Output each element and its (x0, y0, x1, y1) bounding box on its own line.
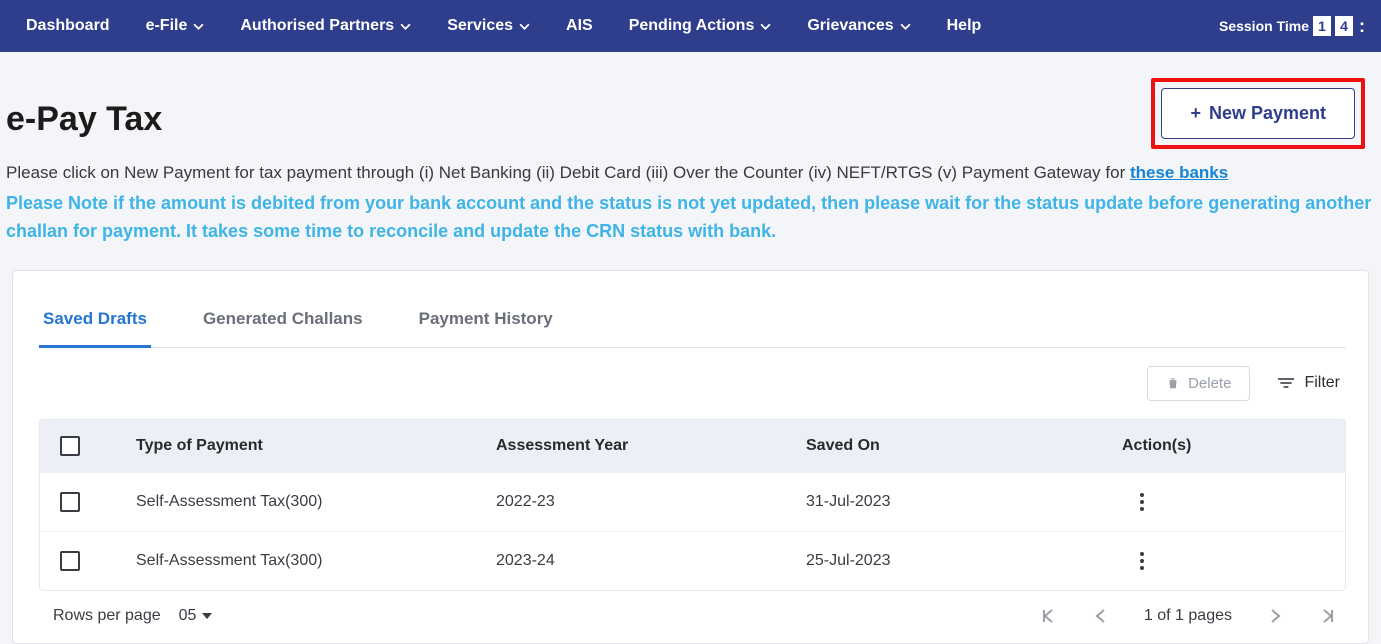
row-checkbox[interactable] (60, 551, 80, 571)
delete-button[interactable]: Delete (1147, 366, 1250, 401)
page-title: e-Pay Tax (6, 100, 162, 139)
tabs: Saved Drafts Generated Challans Payment … (39, 295, 1346, 348)
select-all-checkbox[interactable] (60, 436, 80, 456)
cell-year: 2023-24 (496, 552, 806, 570)
nav-ais[interactable]: AIS (548, 0, 611, 52)
prev-page-button[interactable] (1094, 608, 1106, 624)
drafts-table: Type of Payment Assessment Year Saved On… (39, 419, 1346, 591)
nav-grievances[interactable]: Grievances (789, 0, 928, 52)
next-page-button[interactable] (1270, 608, 1282, 624)
nav-pending-actions[interactable]: Pending Actions (611, 0, 790, 52)
session-time: Session Time 1 4 : (1219, 16, 1373, 37)
cell-year: 2022-23 (496, 493, 806, 511)
rows-per-page-label: Rows per page (53, 607, 161, 625)
colon-icon: : (1357, 16, 1367, 37)
caret-down-icon (202, 613, 212, 619)
pager: Rows per page 05 1 of 1 pages (39, 591, 1346, 633)
nav-authorised-partners[interactable]: Authorised Partners (222, 0, 429, 52)
page-position: 1 of 1 pages (1144, 607, 1232, 625)
chevron-down-icon (193, 21, 204, 32)
nav-efile[interactable]: e-File (128, 0, 223, 52)
nav-dashboard[interactable]: Dashboard (8, 0, 128, 52)
tab-payment-history[interactable]: Payment History (415, 295, 557, 347)
tab-saved-drafts[interactable]: Saved Drafts (39, 295, 151, 348)
nav-help[interactable]: Help (929, 0, 1000, 52)
row-actions-menu[interactable] (1136, 548, 1148, 574)
table-toolbar: Delete Filter (39, 366, 1340, 401)
new-payment-button[interactable]: + New Payment (1161, 88, 1355, 139)
chevron-down-icon (900, 21, 911, 32)
nav-services[interactable]: Services (429, 0, 548, 52)
cell-saved: 31-Jul-2023 (806, 493, 1116, 511)
top-nav: Dashboard e-File Authorised Partners Ser… (0, 0, 1381, 52)
rows-per-page-select[interactable]: 05 (179, 607, 213, 625)
session-digit: 1 (1313, 16, 1331, 36)
table-header: Type of Payment Assessment Year Saved On… (40, 420, 1345, 472)
chevron-down-icon (519, 21, 530, 32)
highlight-box: + New Payment (1151, 78, 1365, 149)
table-row: Self-Assessment Tax(300) 2023-24 25-Jul-… (40, 531, 1345, 590)
these-banks-link[interactable]: these banks (1130, 163, 1228, 182)
col-type: Type of Payment (136, 437, 496, 455)
plus-icon: + (1190, 103, 1201, 124)
trash-icon (1166, 376, 1180, 390)
note-text: Please Note if the amount is debited fro… (6, 190, 1375, 246)
filter-button[interactable]: Filter (1278, 374, 1340, 392)
cell-saved: 25-Jul-2023 (806, 552, 1116, 570)
chevron-down-icon (760, 21, 771, 32)
first-page-button[interactable] (1040, 608, 1056, 624)
col-saved: Saved On (806, 437, 1116, 455)
cell-type: Self-Assessment Tax(300) (136, 552, 496, 570)
cell-type: Self-Assessment Tax(300) (136, 493, 496, 511)
col-action: Action(s) (1116, 437, 1325, 455)
filter-icon (1278, 376, 1294, 390)
row-checkbox[interactable] (60, 492, 80, 512)
table-row: Self-Assessment Tax(300) 2022-23 31-Jul-… (40, 472, 1345, 531)
chevron-down-icon (400, 21, 411, 32)
col-year: Assessment Year (496, 437, 806, 455)
intro-text: Please click on New Payment for tax paym… (6, 159, 1375, 186)
row-actions-menu[interactable] (1136, 489, 1148, 515)
drafts-card: Saved Drafts Generated Challans Payment … (12, 270, 1369, 644)
tab-generated-challans[interactable]: Generated Challans (199, 295, 367, 347)
session-digit: 4 (1335, 16, 1353, 36)
last-page-button[interactable] (1320, 608, 1336, 624)
